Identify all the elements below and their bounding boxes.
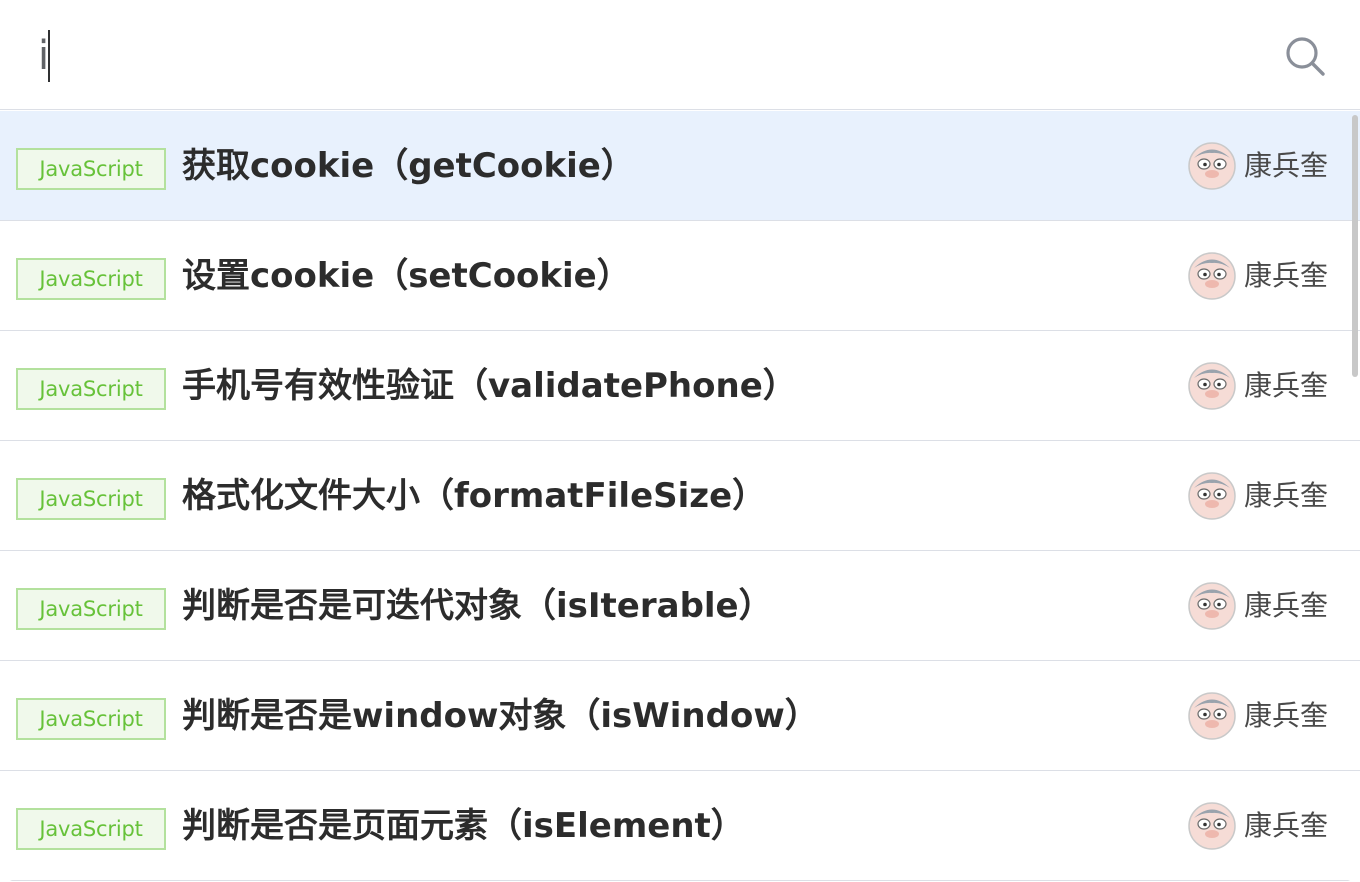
result-item[interactable]: JavaScript 格式化文件大小（formatFileSize） 康兵奎 [0,441,1360,551]
avatar-icon [1188,802,1236,850]
avatar-icon [1188,472,1236,520]
language-tag: JavaScript [16,258,166,300]
author-name: 康兵奎 [1244,809,1329,842]
author-name: 康兵奎 [1244,699,1329,732]
result-item[interactable]: JavaScript 判断是否是window对象（isWindow） 康兵奎 [0,661,1360,771]
language-tag: JavaScript [16,478,166,520]
scrollbar-thumb[interactable] [1352,115,1358,377]
search-icon[interactable] [1284,35,1326,77]
language-tag: JavaScript [16,588,166,630]
avatar-icon [1188,362,1236,410]
result-item[interactable]: JavaScript 判断是否是可迭代对象（isIterable） 康兵奎 [0,551,1360,661]
result-item[interactable]: JavaScript 手机号有效性验证（validatePhone） 康兵奎 [0,331,1360,441]
text-caret [48,30,50,82]
result-item[interactable]: JavaScript 获取cookie（getCookie） 康兵奎 [0,111,1360,221]
result-title: 判断是否是可迭代对象（isIterable） [182,586,773,626]
avatar-icon [1188,692,1236,740]
author-name: 康兵奎 [1244,369,1329,402]
language-tag: JavaScript [16,148,166,190]
result-title: 判断是否是页面元素（isElement） [182,806,745,846]
avatar-icon [1188,582,1236,630]
language-tag: JavaScript [16,808,166,850]
avatar-icon [1188,252,1236,300]
result-title: 获取cookie（getCookie） [182,146,635,186]
search-popup-window: JavaScript 获取cookie（getCookie） 康兵奎 JavaS… [0,0,1360,882]
language-tag: JavaScript [16,368,166,410]
author-name: 康兵奎 [1244,479,1329,512]
avatar-icon [1188,142,1236,190]
author-name: 康兵奎 [1244,589,1329,622]
result-title: 设置cookie（setCookie） [182,256,631,296]
search-bar [0,0,1360,110]
result-item[interactable]: JavaScript 判断是否是页面元素（isElement） 康兵奎 [0,771,1360,881]
author-name: 康兵奎 [1244,259,1329,292]
author-name: 康兵奎 [1244,149,1329,182]
language-tag: JavaScript [16,698,166,740]
result-title: 手机号有效性验证（validatePhone） [182,366,797,406]
result-item[interactable]: JavaScript 设置cookie（setCookie） 康兵奎 [0,221,1360,331]
result-title: 判断是否是window对象（isWindow） [182,696,819,736]
search-input[interactable] [38,28,1238,84]
result-title: 格式化文件大小（formatFileSize） [182,476,767,516]
results-list: JavaScript 获取cookie（getCookie） 康兵奎 JavaS… [0,111,1360,882]
